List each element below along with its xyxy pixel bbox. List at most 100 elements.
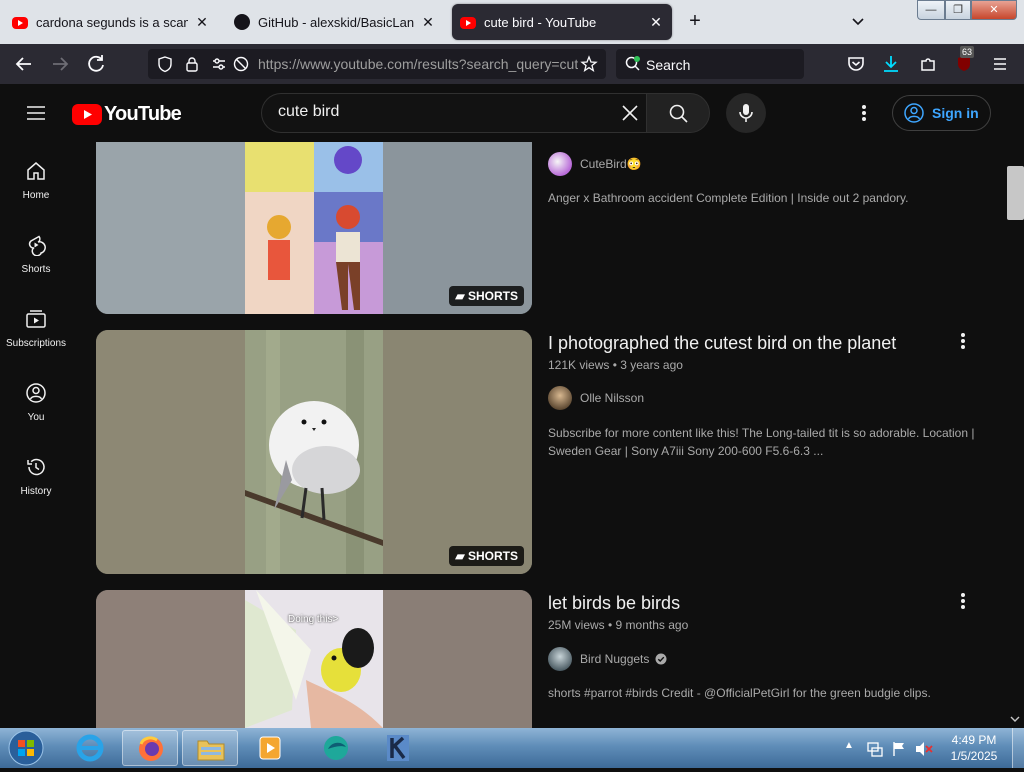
firefox-icon <box>139 736 163 761</box>
ublock-extension-button[interactable]: 63 <box>950 46 978 78</box>
youtube-search-button[interactable] <box>646 93 710 133</box>
show-desktop-button[interactable] <box>1012 728 1024 768</box>
media-player-icon <box>259 736 281 760</box>
channel-link[interactable]: CuteBird😳 <box>548 152 642 176</box>
pocket-button[interactable] <box>842 50 870 78</box>
scroll-down-arrow-icon[interactable] <box>1010 714 1020 724</box>
sign-in-button[interactable]: Sign in <box>892 95 991 131</box>
browser-tab-1[interactable]: cardona segunds is a scammer ✕ <box>4 4 218 40</box>
back-button[interactable] <box>10 50 38 78</box>
sidebar-item-you[interactable]: You <box>0 364 72 434</box>
hamburger-menu-icon <box>994 58 1006 70</box>
video-title[interactable]: I photographed the cutest bird on the pl… <box>548 333 896 354</box>
youtube-favicon-icon <box>12 17 28 29</box>
video-thumbnail[interactable]: Doing this> <box>96 590 532 728</box>
video-title[interactable]: let birds be birds <box>548 593 680 614</box>
channel-name[interactable]: Bird Nuggets <box>580 652 649 666</box>
hamburger-menu-icon <box>27 106 45 120</box>
clock-time: 4:49 PM <box>951 733 997 747</box>
channel-avatar[interactable] <box>548 152 572 176</box>
verified-check-icon <box>655 653 667 665</box>
shield-icon[interactable] <box>156 55 174 73</box>
shorts-badge: ▰ SHORTS <box>449 286 524 306</box>
tab-close-icon[interactable]: ✕ <box>420 14 436 31</box>
sidebar-item-subscriptions[interactable]: Subscriptions <box>0 290 72 360</box>
autoplay-blocked-icon[interactable] <box>232 55 250 73</box>
github-favicon-icon <box>234 14 250 30</box>
browser-tab-2[interactable]: GitHub - alexskid/BasicLang-SP ✕ <box>226 4 444 40</box>
tab-list-chevron-icon[interactable] <box>848 12 868 32</box>
windows-taskbar: ▲ 4:49 PM 1/5/2025 <box>0 728 1024 768</box>
taskbar-file-explorer[interactable] <box>182 730 238 766</box>
sidebar-item-home[interactable]: Home <box>0 142 72 212</box>
channel-name[interactable]: Olle Nilsson <box>580 391 644 405</box>
window-maximize-button[interactable]: ❐ <box>945 0 971 20</box>
action-center-flag-icon[interactable] <box>890 740 908 758</box>
bookmark-star-icon[interactable] <box>580 55 598 73</box>
new-tab-button[interactable]: + <box>684 10 706 34</box>
pocket-icon <box>848 57 864 71</box>
more-vertical-icon <box>862 105 866 121</box>
video-action-menu-button[interactable] <box>954 589 972 613</box>
channel-link[interactable]: Bird Nuggets <box>548 647 667 671</box>
channel-avatar[interactable] <box>548 386 572 410</box>
clear-search-icon[interactable] <box>620 103 640 123</box>
app-menu-button[interactable] <box>986 50 1014 78</box>
tab-label: cute bird - YouTube <box>484 14 597 30</box>
home-icon <box>27 162 45 180</box>
folder-icon <box>197 740 225 761</box>
video-thumbnail[interactable]: ▰ SHORTS <box>96 330 532 574</box>
taskbar-media-player[interactable] <box>242 730 298 766</box>
video-action-menu-button[interactable] <box>954 329 972 353</box>
browser-search-box[interactable]: Search <box>616 49 804 79</box>
tab-label: GitHub - alexskid/BasicLang-SP <box>258 14 414 30</box>
channel-link[interactable]: Olle Nilsson <box>548 386 644 410</box>
youtube-logo[interactable]: YouTube <box>72 102 182 126</box>
channel-name[interactable]: CuteBird😳 <box>580 157 642 171</box>
reload-icon <box>88 55 104 72</box>
permissions-icon[interactable] <box>210 55 228 73</box>
search-icon <box>669 104 688 123</box>
guide-menu-button[interactable] <box>24 101 48 125</box>
reload-button[interactable] <box>82 50 110 78</box>
youtube-search-input[interactable] <box>278 103 598 121</box>
lock-icon[interactable] <box>183 55 201 73</box>
browser-search-placeholder: Search <box>646 57 691 73</box>
taskbar-app-globe[interactable] <box>308 730 364 766</box>
window-minimize-button[interactable]: — <box>917 0 945 20</box>
page-scrollbar-thumb[interactable] <box>1007 166 1024 220</box>
browser-tab-3[interactable]: cute bird - YouTube ✕ <box>452 4 672 40</box>
window-close-button[interactable]: ✕ <box>971 0 1017 20</box>
youtube-logo-text: YouTube <box>104 102 182 125</box>
start-button[interactable] <box>6 729 46 767</box>
voice-search-button[interactable] <box>726 93 766 133</box>
history-icon <box>27 458 45 476</box>
sidebar-item-history[interactable]: History <box>0 438 72 508</box>
settings-kebab-button[interactable] <box>855 101 873 125</box>
taskbar-firefox[interactable] <box>122 730 178 766</box>
sidebar-item-shorts[interactable]: Shorts <box>0 216 72 286</box>
internet-explorer-icon <box>76 734 104 762</box>
shorts-logo-icon: ▰ <box>455 289 468 303</box>
volume-muted-icon[interactable] <box>914 740 934 758</box>
video-thumbnail[interactable]: ▰ SHORTS <box>96 142 532 314</box>
tab-close-icon[interactable]: ✕ <box>648 14 664 31</box>
shorts-badge: ▰ SHORTS <box>449 546 524 566</box>
system-clock[interactable]: 4:49 PM 1/5/2025 <box>938 732 1010 764</box>
show-hidden-icons-arrow-icon[interactable]: ▲ <box>844 740 856 756</box>
channel-avatar[interactable] <box>548 647 572 671</box>
extensions-button[interactable] <box>914 50 942 78</box>
page-scrollbar-track[interactable] <box>1006 142 1024 728</box>
taskbar-internet-explorer[interactable] <box>62 730 118 766</box>
forward-arrow-icon <box>53 57 69 71</box>
sidebar-item-label: Subscriptions <box>5 338 67 349</box>
tab-close-icon[interactable]: ✕ <box>194 14 210 31</box>
network-icon[interactable] <box>866 740 884 758</box>
taskbar-app-k[interactable] <box>370 730 426 766</box>
sign-in-label: Sign in <box>932 105 979 121</box>
forward-button[interactable] <box>46 50 74 78</box>
account-circle-icon <box>904 103 924 123</box>
address-bar[interactable]: https://www.youtube.com/results?search_q… <box>148 49 606 79</box>
puzzle-icon <box>921 58 935 71</box>
downloads-button[interactable] <box>877 50 905 78</box>
